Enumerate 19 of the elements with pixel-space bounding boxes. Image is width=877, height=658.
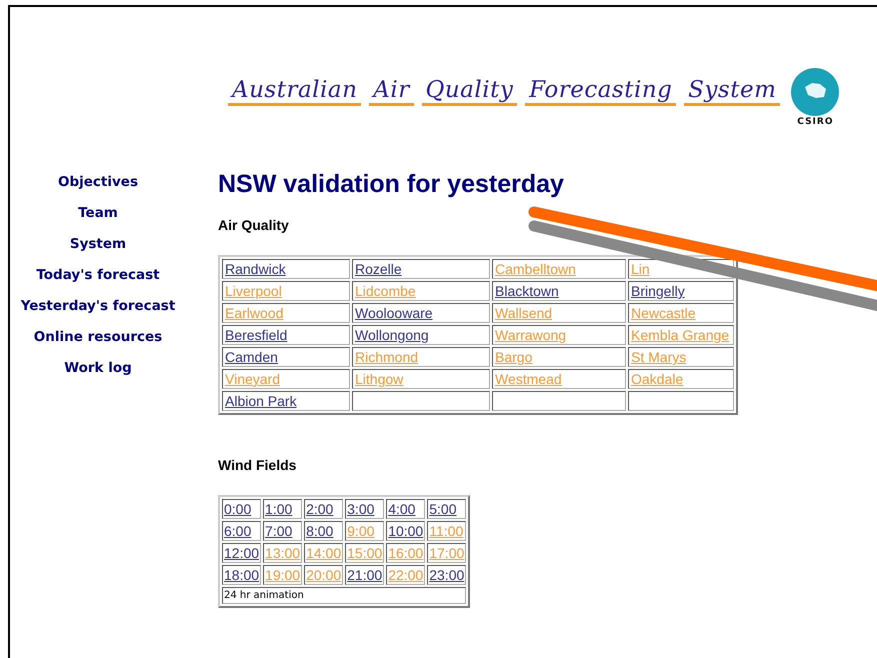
link[interactable]: 23:00 [429,567,464,583]
page-title: NSW validation for yesterday [218,170,565,199]
section-title: Wind Fields [218,457,298,473]
nav-link[interactable]: Objectives [58,172,138,192]
nav-link[interactable]: Team [78,203,118,223]
nav-link[interactable]: Yesterday's forecast [20,296,176,316]
link[interactable]: 21:00 [347,567,382,583]
section-title: Air Quality [218,217,290,233]
nav-link[interactable]: Today's forecast [36,265,160,285]
nav-link[interactable]: Online resources [34,327,162,347]
caption-text: 24 hr animation [224,590,304,601]
link[interactable]: 10:00 [388,523,424,539]
nav-link[interactable]: Work log [64,358,132,378]
nav-link[interactable]: System [70,234,126,254]
globe-logo-icon [790,67,840,117]
link[interactable]: 12:00 [224,545,260,561]
logo-title: Australian Air Quality Forecasting System [228,77,780,103]
org-name: CSIRO [797,117,834,127]
link[interactable]: 18:00 [224,567,260,583]
